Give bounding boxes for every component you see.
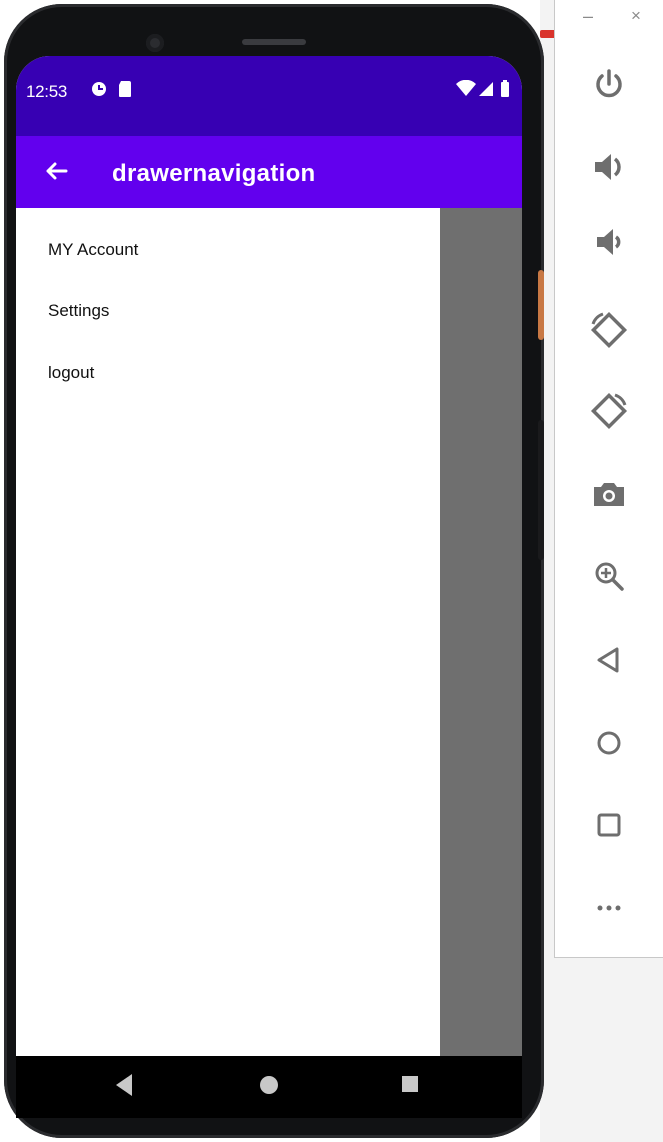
- drawer-item-label: logout: [48, 363, 95, 382]
- overview-icon[interactable]: [581, 797, 637, 853]
- status-bar: 12:53: [16, 56, 522, 136]
- drawer-scrim[interactable]: [440, 208, 522, 1056]
- close-button[interactable]: ×: [631, 6, 641, 26]
- home-circle-icon[interactable]: [260, 1076, 278, 1094]
- drawer-item-my-account[interactable]: MY Account: [16, 223, 440, 277]
- status-time: 12:53: [26, 82, 68, 101]
- page-title: drawernavigation: [112, 160, 316, 187]
- drawer-item-label: Settings: [48, 301, 110, 320]
- home-icon[interactable]: [581, 715, 637, 771]
- zoom-in-icon[interactable]: [581, 548, 637, 604]
- power-side-button: [538, 270, 544, 340]
- signal-icon: [478, 80, 494, 103]
- recents-square-icon[interactable]: [402, 1076, 418, 1092]
- volume-up-icon[interactable]: [581, 139, 637, 195]
- sync-icon: [90, 80, 108, 103]
- drawer-item-label: MY Account: [48, 240, 139, 259]
- app-bar: drawernavigation: [16, 136, 522, 208]
- drawer-item-settings[interactable]: Settings: [16, 284, 440, 338]
- system-nav-bar: [16, 1056, 522, 1118]
- back-triangle-icon[interactable]: [116, 1074, 132, 1096]
- emulator-toolbar: – ×: [554, 0, 663, 958]
- drawer-item-logout[interactable]: logout: [16, 346, 440, 400]
- volume-down-icon[interactable]: [581, 214, 637, 270]
- wifi-icon: [456, 79, 476, 103]
- battery-icon: [500, 80, 510, 103]
- power-icon[interactable]: [581, 56, 637, 112]
- back-icon[interactable]: [581, 632, 637, 688]
- rotate-right-icon[interactable]: [581, 383, 637, 439]
- sd-card-icon: [118, 80, 132, 103]
- earpiece-speaker: [242, 39, 306, 45]
- camera-icon[interactable]: [581, 466, 637, 522]
- front-camera: [146, 34, 164, 52]
- minimize-button[interactable]: –: [583, 6, 593, 27]
- more-icon[interactable]: [581, 880, 637, 936]
- arrow-left-icon[interactable]: [42, 155, 70, 187]
- navigation-drawer: MY Account Settings logout: [16, 208, 440, 1056]
- phone-screen: 12:53 drawernavigation MY Account Settin…: [16, 56, 522, 1056]
- rotate-left-icon[interactable]: [581, 302, 637, 358]
- volume-side-button: [538, 420, 544, 560]
